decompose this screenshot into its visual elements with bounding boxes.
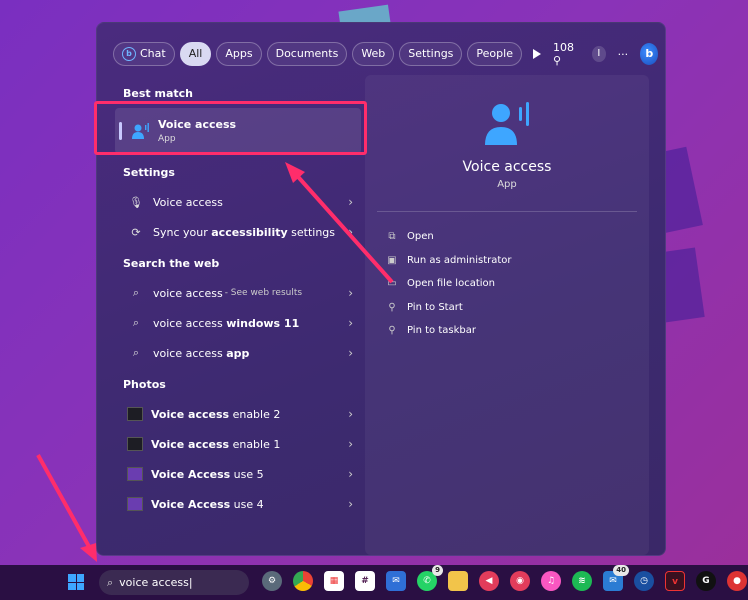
photo-thumbnail	[127, 407, 143, 421]
spotify-icon[interactable]: ≋	[572, 571, 592, 591]
section-best-match: Best match	[123, 87, 193, 100]
file-explorer-icon[interactable]	[448, 571, 468, 591]
chevron-right-icon: ›	[348, 346, 353, 360]
tab-people[interactable]: People	[467, 42, 522, 66]
action-pin-to-start[interactable]: ⚲ Pin to Start	[385, 296, 512, 320]
whatsapp-icon[interactable]: ✆ 9	[417, 565, 443, 591]
header-right: 108 ⚲ I ··· b	[541, 41, 659, 67]
account-avatar[interactable]: I	[592, 46, 606, 62]
admin-icon: ▣	[387, 254, 397, 266]
photo-item[interactable]: Voice Access use 5 ›	[113, 459, 363, 489]
section-settings: Settings	[123, 166, 175, 179]
clock-icon[interactable]: ◷	[634, 571, 654, 591]
app-red-icon[interactable]: ◀	[479, 571, 499, 591]
pin-icon: ⚲	[388, 325, 396, 337]
photo-item[interactable]: Voice access enable 2 ›	[113, 399, 363, 429]
voice-access-large-icon	[485, 102, 529, 145]
bing-icon: b	[122, 47, 136, 61]
photo-thumbnail	[127, 467, 143, 481]
store-icon[interactable]: ▦	[324, 571, 344, 591]
highlight-box	[94, 101, 367, 155]
photo-thumbnail	[127, 437, 143, 451]
pin-icon: ⚲	[388, 301, 396, 313]
web-item-voice-access-windows-11[interactable]: ⌕ voice access windows 11 ›	[113, 308, 363, 338]
trophy-icon: ⚲	[552, 54, 562, 67]
more-options-icon[interactable]: ···	[618, 48, 629, 61]
tab-apps[interactable]: Apps	[216, 42, 262, 66]
mic-icon: 🎙	[129, 195, 143, 209]
divider	[377, 211, 637, 212]
mail-icon[interactable]: ✉ 40	[603, 565, 629, 591]
chat-app-icon[interactable]: ✉	[386, 571, 406, 591]
chevron-right-icon: ›	[348, 467, 353, 481]
search-icon: ⌕	[132, 346, 140, 359]
tab-documents[interactable]: Documents	[266, 42, 348, 66]
taskbar: ⌕ voice access | ⚙ ▦ # ✉ ✆ 9 ◀ ◉ ♫ ≋ ✉ 40 ◷…	[0, 565, 748, 600]
chevron-right-icon: ›	[348, 286, 353, 300]
open-icon: ⧉	[388, 231, 396, 243]
more-tabs-play-icon[interactable]	[532, 49, 541, 59]
action-pin-to-taskbar[interactable]: ⚲ Pin to taskbar	[385, 319, 512, 343]
bing-chat-button[interactable]: b	[640, 43, 659, 65]
photo-thumbnail	[127, 497, 143, 511]
slack-icon[interactable]: #	[355, 571, 375, 591]
detail-actions: ⧉ Open ▣ Run as administrator ▭ Open file l…	[385, 225, 512, 343]
photo-item[interactable]: Voice Access use 4 ›	[113, 489, 363, 519]
action-run-as-admin[interactable]: ▣ Run as administrator	[385, 249, 511, 273]
chevron-right-icon: ›	[348, 316, 353, 330]
tab-web[interactable]: Web	[352, 42, 395, 66]
music-icon[interactable]: ♫	[541, 571, 561, 591]
chevron-right-icon: ›	[348, 407, 353, 421]
taskbar-apps: ⚙ ▦ # ✉ ✆ 9 ◀ ◉ ♫ ≋ ✉ 40 ◷ v G ●	[262, 565, 748, 591]
taskbar-search-input[interactable]: ⌕ voice access |	[99, 570, 249, 595]
web-item-voice-access[interactable]: ⌕ voice access - See web results ›	[113, 278, 363, 308]
chevron-right-icon: ›	[348, 497, 353, 511]
action-open[interactable]: ⧉ Open	[385, 225, 512, 249]
settings-gear-icon[interactable]: ⚙	[262, 571, 282, 591]
app-pink-icon[interactable]: ◉	[510, 571, 530, 591]
tab-chat[interactable]: b Chat	[113, 42, 175, 66]
chevron-right-icon: ›	[348, 437, 353, 451]
search-icon: ⌕	[132, 316, 140, 329]
photo-item[interactable]: Voice access enable 1 ›	[113, 429, 363, 459]
logitech-icon[interactable]: G	[696, 571, 716, 591]
detail-subtitle: App	[497, 179, 517, 190]
folder-icon: ▭	[387, 278, 397, 290]
sync-icon: ⟳	[131, 225, 141, 239]
section-search-web: Search the web	[123, 257, 220, 270]
detail-title: Voice access	[462, 159, 552, 175]
tab-all[interactable]: All	[179, 42, 212, 66]
web-item-voice-access-app[interactable]: ⌕ voice access app ›	[113, 338, 363, 368]
rewards-points[interactable]: 108 ⚲	[553, 41, 580, 67]
section-photos: Photos	[123, 378, 166, 391]
settings-item-voice-access[interactable]: 🎙 Voice access ›	[113, 187, 363, 217]
tab-settings[interactable]: Settings	[399, 42, 463, 66]
action-open-file-location[interactable]: ▭ Open file location	[385, 272, 512, 296]
search-icon: ⌕	[107, 575, 114, 589]
settings-item-sync-accessibility[interactable]: ⟳ Sync your accessibility settings ›	[113, 217, 363, 247]
windows-start-icon[interactable]	[68, 574, 84, 590]
chevron-right-icon: ›	[348, 225, 353, 239]
chrome-icon[interactable]	[293, 571, 313, 591]
app-red-round-icon[interactable]: ●	[727, 571, 747, 591]
filter-tabs: b Chat All Apps Documents Web Settings Pe…	[113, 41, 659, 67]
detail-pane: Voice access App ⧉ Open ▣ Run as administr…	[365, 75, 649, 555]
app-v-icon[interactable]: v	[665, 571, 685, 591]
chevron-right-icon: ›	[348, 195, 353, 209]
search-icon: ⌕	[132, 286, 140, 299]
